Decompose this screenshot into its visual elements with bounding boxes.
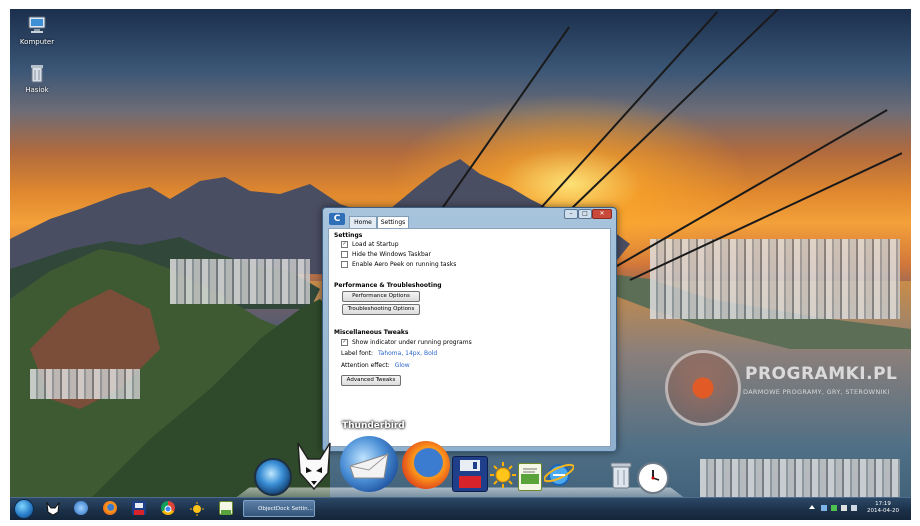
attention-effect-link[interactable]: Glow: [395, 362, 410, 369]
dock-hover-label: Thunderbird: [342, 421, 405, 431]
checkbox-label: Load at Startup: [352, 241, 399, 248]
tray-app-icon[interactable]: [821, 505, 827, 511]
checkbox-aero-peek[interactable]: Enable Aero Peek on running tasks: [341, 261, 456, 268]
attention-effect-caption: Attention effect:: [341, 362, 390, 369]
performance-options-button[interactable]: Performance Options: [342, 291, 420, 302]
sun-icon[interactable]: [490, 462, 516, 488]
wallpaper-city-bottom-right: [700, 459, 900, 499]
taskbar-clock[interactable]: 17:19 2014-04-20: [867, 501, 899, 515]
thunderbird-icon[interactable]: [74, 501, 88, 515]
troubleshooting-options-button[interactable]: Troubleshooting Options: [342, 304, 420, 315]
section-heading-settings: Settings: [334, 232, 363, 239]
notepad-icon[interactable]: [219, 501, 233, 515]
label-font-row: Label font: Tahoma, 14px, Bold: [341, 350, 437, 357]
watermark-title: PROGRAMKI.PL: [745, 364, 898, 384]
internet-explorer-icon[interactable]: [543, 460, 575, 488]
checkbox-load-at-startup[interactable]: ✓ Load at Startup: [341, 241, 399, 248]
wallpaper-city-mid: [170, 259, 310, 304]
sun-icon[interactable]: [190, 501, 204, 516]
clock-icon[interactable]: [637, 462, 669, 494]
clock-time: 17:19: [875, 501, 891, 507]
checkbox-checked-icon[interactable]: ✓: [341, 339, 348, 346]
label-font-link[interactable]: Tahoma, 14px, Bold: [378, 350, 437, 357]
tray-volume-icon[interactable]: [851, 505, 857, 511]
checkbox-label: Enable Aero Peek on running tasks: [352, 261, 457, 268]
desktop-icon-computer[interactable]: Komputer: [10, 14, 64, 46]
watermark-logo-icon: [665, 350, 741, 426]
wallpaper-city-left: [30, 369, 140, 399]
label-font-caption: Label font:: [341, 350, 374, 357]
windows-orb-icon[interactable]: [14, 499, 34, 519]
foobar-fox-icon[interactable]: [294, 441, 334, 491]
watermark-subtitle: DARMOWE PROGRAMY, GRY, STEROWNIKI: [743, 388, 890, 396]
clock-date: 2014-04-20: [867, 508, 899, 514]
thunderbird-icon[interactable]: [340, 436, 398, 492]
window-titlebar[interactable]: C Home Settings – □ ✕: [323, 208, 616, 229]
system-tray: 17:19 2014-04-20: [801, 498, 911, 520]
checkbox-label: Hide the Windows Taskbar: [352, 251, 431, 258]
checkbox-checked-icon[interactable]: ✓: [341, 241, 348, 248]
save-icon[interactable]: [132, 501, 146, 515]
settings-panel: Settings ✓ Load at Startup Hide the Wind…: [328, 228, 611, 447]
attention-effect-row: Attention effect: Glow: [341, 362, 410, 369]
trash-can-icon[interactable]: [608, 460, 634, 490]
foobar-icon[interactable]: [46, 501, 60, 516]
tray-show-hidden-icon[interactable]: [809, 505, 815, 509]
advanced-tweaks-button[interactable]: Advanced Tweaks: [341, 375, 401, 386]
firefox-icon[interactable]: [402, 441, 450, 489]
section-heading-misc: Miscellaneous Tweaks: [334, 329, 409, 336]
checkbox-show-indicator[interactable]: ✓ Show indicator under running programs: [341, 339, 472, 346]
objectdock-settings-window: C Home Settings – □ ✕ Settings ✓ Load at…: [322, 207, 617, 452]
checkbox-label: Show indicator under running programs: [352, 339, 472, 346]
tray-flag-icon[interactable]: [841, 505, 847, 511]
tray-network-icon[interactable]: [831, 505, 837, 511]
desktop-icon-label: Komputer: [19, 38, 55, 46]
notepad-icon[interactable]: [518, 463, 542, 491]
recycle-bin-icon: [26, 62, 48, 84]
checkbox-hide-taskbar[interactable]: Hide the Windows Taskbar: [341, 251, 431, 258]
checkbox-unchecked-icon[interactable]: [341, 251, 348, 258]
section-heading-performance: Performance & Troubleshooting: [334, 282, 442, 289]
desktop-icon-label: Hasiok: [25, 86, 49, 94]
computer-icon: [26, 14, 48, 36]
objectdock-logo-icon[interactable]: C: [329, 213, 345, 225]
chrome-icon[interactable]: [161, 501, 175, 515]
maximize-button[interactable]: □: [578, 209, 592, 219]
taskbar-button-objectdock-settings[interactable]: ObjectDock Settin...: [243, 500, 315, 517]
floppy-save-icon[interactable]: [452, 456, 488, 492]
windows-start-orb-icon[interactable]: [254, 458, 292, 496]
tab-home[interactable]: Home: [349, 216, 377, 228]
firefox-icon[interactable]: [103, 501, 117, 515]
desktop-icon-recycle-bin[interactable]: Hasiok: [10, 62, 64, 94]
checkbox-unchecked-icon[interactable]: [341, 261, 348, 268]
programki-watermark: PROGRAMKI.PL DARMOWE PROGRAMY, GRY, STER…: [665, 350, 898, 426]
minimize-button[interactable]: –: [564, 209, 578, 219]
close-button[interactable]: ✕: [592, 209, 612, 219]
windows-taskbar: ObjectDock Settin... 17:19 2014-04-20: [10, 497, 911, 520]
